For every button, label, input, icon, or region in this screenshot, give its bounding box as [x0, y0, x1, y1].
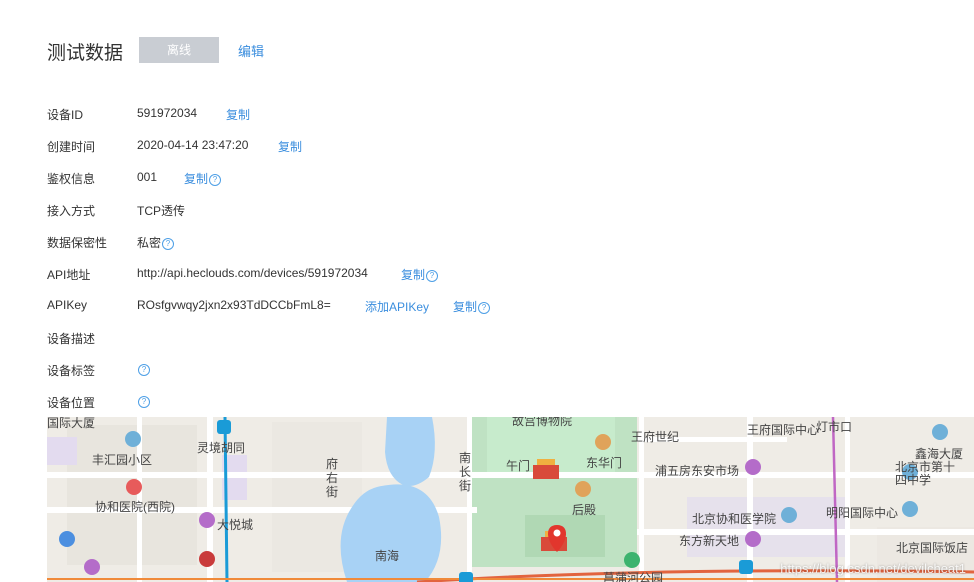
map-label: 王府国际中心 [747, 423, 820, 437]
map-label: 东方新天地 [679, 534, 740, 548]
help-icon[interactable]: ? [478, 302, 491, 314]
device-id-label: 设备ID [47, 108, 84, 122]
device-id-value: 591972034 [137, 106, 198, 120]
created-time-label: 创建时间 [47, 140, 96, 154]
copy-api-key-label: 复制 [453, 300, 478, 314]
north-lake-water [385, 417, 435, 486]
device-location-map[interactable]: 国际大厦 丰汇园小区 灵境胡同 协和医院(西院) 大悦城 府右街 南海 故宫博物… [47, 417, 974, 582]
copy-api-url-button[interactable]: 复制? [401, 266, 439, 283]
copy-api-url-label: 复制 [401, 268, 426, 282]
copy-auth-info-label: 复制 [184, 172, 209, 186]
add-api-key-button[interactable]: 添加APIKey [365, 298, 429, 315]
help-icon[interactable]: ? [426, 270, 439, 282]
api-key-value: ROsfgvwqy2jxn2x93TdDCCbFmL8= [137, 298, 331, 312]
map-label: 后殿 [572, 503, 597, 517]
watermark: https://blog.csdn.net/devilcheat1 [780, 561, 966, 576]
status-badge: 离线 [139, 37, 219, 63]
copy-created-time-button[interactable]: 复制 [278, 138, 302, 155]
map-label: 南海 [375, 549, 400, 563]
api-key-label: APIKey [47, 298, 88, 312]
map-label: 午门 [506, 459, 531, 473]
data-privacy-value: 私密 [137, 236, 162, 250]
map-label: 北京国际饭店 [896, 541, 969, 555]
data-privacy-value-wrap: 私密? [137, 234, 175, 251]
map-label: 丰汇园小区 [92, 453, 153, 467]
access-method-value: TCP透传 [137, 204, 186, 218]
created-time-value: 2020-04-14 23:47:20 [137, 138, 249, 152]
map-label: 东华门 [586, 456, 623, 470]
map-label: 灵境胡同 [197, 441, 246, 455]
copy-api-key-button[interactable]: 复制? [453, 298, 491, 315]
device-location-help: ? [137, 394, 150, 408]
map-label: 明阳国际中心 [826, 506, 899, 520]
data-privacy-label: 数据保密性 [47, 236, 108, 250]
map-label: 北京市第十四中学 [895, 460, 956, 487]
device-tags-help: ? [137, 362, 150, 376]
page-title: 测试数据 [47, 43, 124, 64]
device-detail-page: 测试数据 离线 编辑 设备ID 591972034 复制 创建时间 2020-0… [0, 0, 974, 582]
auth-info-value: 001 [137, 170, 158, 184]
map-label: 灯市口 [816, 420, 853, 434]
map-label: 南长街 [459, 451, 472, 493]
map-label: 大悦城 [217, 518, 254, 532]
device-tags-label: 设备标签 [47, 364, 96, 378]
map-label: 北京协和医学院 [692, 512, 777, 526]
map-label: 王府世纪 [631, 430, 680, 444]
access-method-label: 接入方式 [47, 204, 96, 218]
help-icon[interactable]: ? [162, 238, 175, 250]
help-icon[interactable]: ? [138, 396, 150, 408]
copy-device-id-button[interactable]: 复制 [226, 106, 250, 123]
map-label: 府右街 [326, 457, 339, 499]
auth-info-label: 鉴权信息 [47, 172, 96, 186]
help-icon[interactable]: ? [138, 364, 150, 376]
api-url-label: API地址 [47, 268, 91, 282]
map-graphic [47, 417, 974, 582]
map-label: 国际大厦 [47, 417, 96, 430]
map-label: 菖蒲河公园 [603, 571, 664, 582]
edit-link[interactable]: 编辑 [238, 41, 264, 60]
device-location-label: 设备位置 [47, 396, 96, 410]
api-url-value: http://api.heclouds.com/devices/59197203… [137, 266, 368, 280]
help-icon[interactable]: ? [209, 174, 222, 186]
map-label: 故宫博物院 [512, 417, 573, 428]
map-label: 协和医院(西院) [95, 500, 175, 514]
device-desc-label: 设备描述 [47, 332, 96, 346]
map-label: 浦五房东安市场 [655, 464, 740, 478]
copy-auth-info-button[interactable]: 复制? [184, 170, 222, 187]
